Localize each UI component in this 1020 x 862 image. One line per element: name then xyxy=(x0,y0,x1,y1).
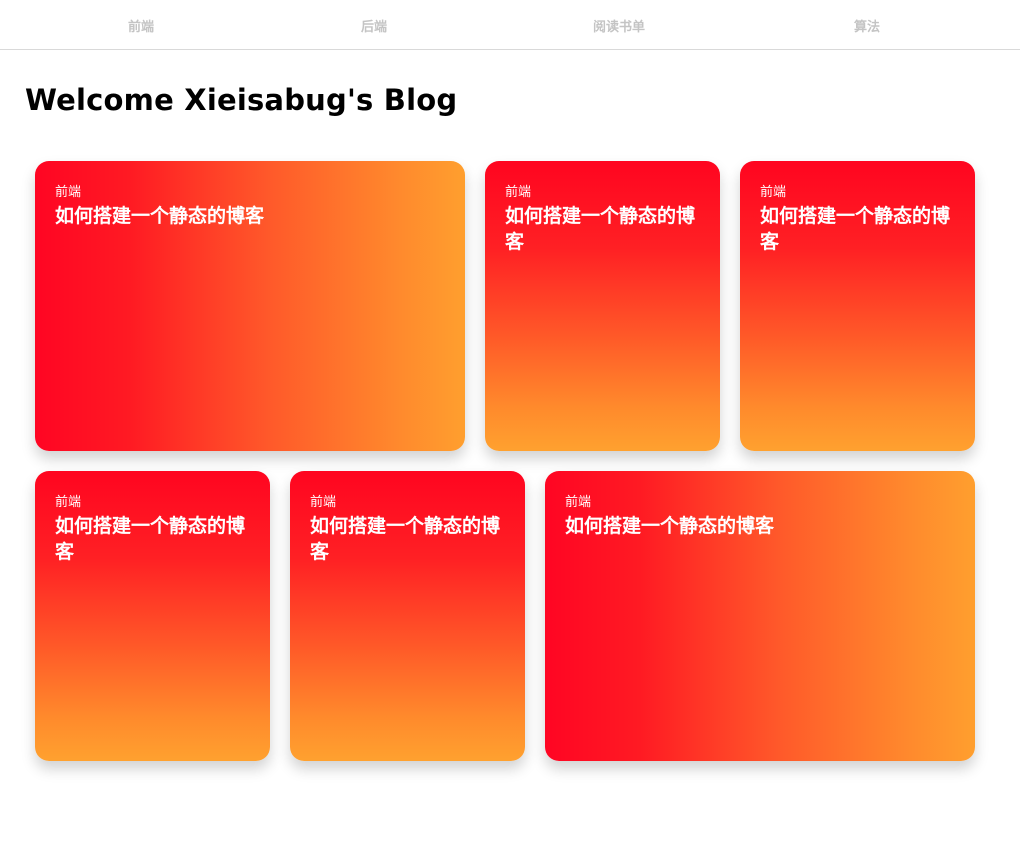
post-card[interactable]: 前端 如何搭建一个静态的博客 xyxy=(485,161,720,451)
card-category: 前端 xyxy=(310,495,337,510)
post-card[interactable]: 前端 如何搭建一个静态的博客 xyxy=(35,161,465,451)
card-title[interactable]: 如何搭建一个静态的博客 xyxy=(310,513,505,565)
page-title: Welcome Xieisabug's Blog xyxy=(25,83,458,117)
card-title[interactable]: 如何搭建一个静态的博客 xyxy=(505,203,700,255)
post-card[interactable]: 前端 如何搭建一个静态的博客 xyxy=(545,471,975,761)
nav-item-frontend[interactable]: 前端 xyxy=(128,16,154,35)
card-title[interactable]: 如何搭建一个静态的博客 xyxy=(760,203,955,255)
post-card[interactable]: 前端 如何搭建一个静态的博客 xyxy=(35,471,270,761)
card-category: 前端 xyxy=(505,185,532,200)
post-card[interactable]: 前端 如何搭建一个静态的博客 xyxy=(290,471,525,761)
card-category: 前端 xyxy=(565,495,592,510)
nav-item-reading-list[interactable]: 阅读书单 xyxy=(593,16,645,35)
nav-item-backend[interactable]: 后端 xyxy=(361,16,387,35)
card-title[interactable]: 如何搭建一个静态的博客 xyxy=(565,513,955,539)
card-category: 前端 xyxy=(55,185,82,200)
card-title[interactable]: 如何搭建一个静态的博客 xyxy=(55,203,445,229)
card-title[interactable]: 如何搭建一个静态的博客 xyxy=(55,513,250,565)
post-card[interactable]: 前端 如何搭建一个静态的博客 xyxy=(740,161,975,451)
nav-item-algorithms[interactable]: 算法 xyxy=(854,16,880,35)
card-category: 前端 xyxy=(760,185,787,200)
card-category: 前端 xyxy=(55,495,82,510)
top-navigation: 前端 后端 阅读书单 算法 xyxy=(0,0,1020,50)
